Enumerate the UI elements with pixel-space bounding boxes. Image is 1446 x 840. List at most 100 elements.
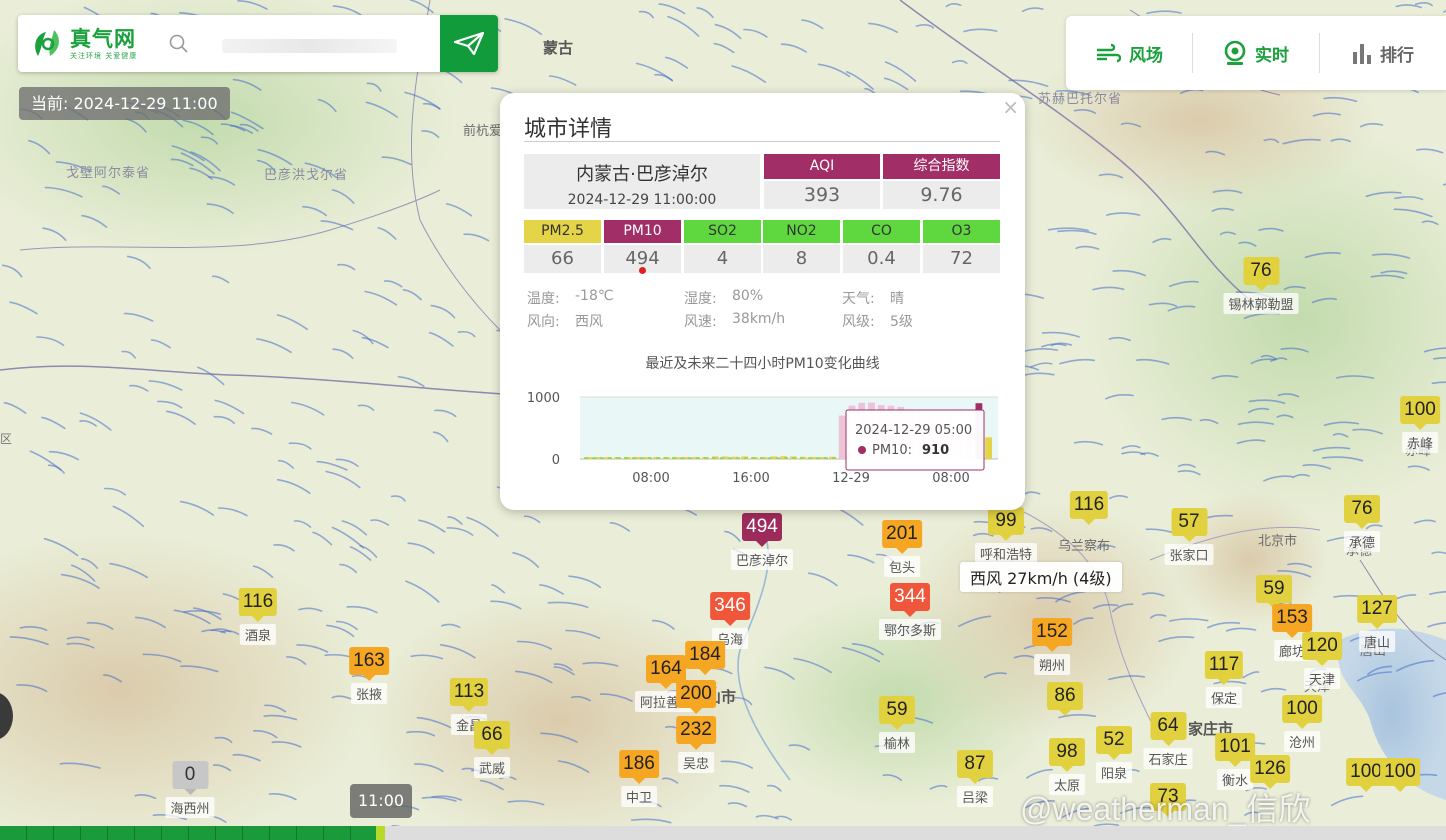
aqi-marker[interactable]: 52 阳泉 xyxy=(1095,726,1133,783)
aqi-marker[interactable]: 232 吴忠 xyxy=(676,716,716,773)
site-logo[interactable]: 真气网 关注环境 关爱健康 xyxy=(18,26,163,62)
aqi-marker[interactable]: 64 石家庄 xyxy=(1143,712,1193,769)
aqi-marker[interactable]: 201 包头 xyxy=(882,520,922,577)
top-nav: 风场 实时 排行 xyxy=(1066,16,1446,90)
aqi-marker[interactable]: 59 xyxy=(1256,575,1292,603)
pollutant-name[interactable]: O3 xyxy=(923,220,1000,243)
aqi-marker[interactable]: 101 衡水 xyxy=(1215,733,1255,790)
timeline-time-badge: 11:00 xyxy=(350,784,412,818)
send-icon xyxy=(454,31,484,55)
aqi-marker-city: 榆林 xyxy=(878,732,916,753)
aqi-marker[interactable]: 126 xyxy=(1250,755,1290,783)
search-button[interactable] xyxy=(440,15,498,72)
aqi-marker-value: 186 xyxy=(619,750,659,778)
pm10-primary-dot xyxy=(639,267,646,274)
close-icon[interactable]: × xyxy=(1002,95,1019,119)
aqi-marker-value: 64 xyxy=(1149,712,1186,740)
aqi-marker-city: 海西州 xyxy=(165,797,215,818)
aqi-marker[interactable]: 163 张掖 xyxy=(349,647,389,704)
aqi-marker[interactable]: 100 赤峰 xyxy=(1400,396,1440,453)
aqi-marker-city: 朔州 xyxy=(1033,654,1071,675)
aqi-marker[interactable]: 184 xyxy=(685,641,725,669)
current-time-badge: 当前: 2024-12-29 11:00 xyxy=(19,87,230,120)
city-detail-popup: × 城市详情 内蒙古·巴彦淖尔 2024-12-29 11:00:00 AQI … xyxy=(500,93,1025,510)
place-label: 前杭爱 xyxy=(463,124,503,139)
aqi-marker[interactable]: 76 承德 xyxy=(1343,495,1381,552)
aqi-marker[interactable]: 66 武威 xyxy=(473,721,511,778)
aqi-marker-city: 沧州 xyxy=(1283,731,1321,752)
aqi-marker[interactable]: 59 榆林 xyxy=(878,696,916,753)
aqi-marker-value: 66 xyxy=(473,721,510,749)
aqi-label: AQI xyxy=(764,154,880,179)
humidity-value: 80% xyxy=(732,288,764,304)
aqi-marker-value: 152 xyxy=(1032,618,1072,646)
aqi-marker-value: 101 xyxy=(1215,733,1255,761)
wind-speed-label: 风速: xyxy=(684,314,717,330)
timeline-progress xyxy=(0,826,385,840)
timeline-bar[interactable] xyxy=(0,826,1446,840)
aqi-marker[interactable]: 86 xyxy=(1047,682,1083,710)
aqi-marker-value: 117 xyxy=(1204,651,1244,679)
aqi-marker[interactable]: 0 海西州 xyxy=(165,761,215,818)
chart-bar[interactable] xyxy=(838,415,846,459)
pollutant-name[interactable]: NO2 xyxy=(763,220,840,243)
aqi-marker[interactable]: 116 xyxy=(1069,491,1109,519)
aqi-marker[interactable]: 117 保定 xyxy=(1204,651,1244,708)
place-label: 戈壁阿尔泰省 xyxy=(66,166,151,181)
aqi-marker[interactable]: 57 张家口 xyxy=(1164,508,1214,565)
tooltip-series: PM10: xyxy=(872,443,912,458)
aqi-marker[interactable]: 127 唐山 xyxy=(1357,595,1397,652)
tooltip-value: 910 xyxy=(922,443,949,458)
humidity-label: 湿度: xyxy=(684,291,717,307)
aqi-marker-value: 86 xyxy=(1047,682,1083,710)
wind-dir-label: 风向: xyxy=(527,314,560,330)
aqi-marker[interactable]: 99 呼和浩特 xyxy=(974,507,1038,564)
aqi-marker[interactable]: 76 锡林郭勒盟 xyxy=(1223,257,1299,314)
watermark: @weatherman_信欣 xyxy=(1020,791,1311,827)
tooltip-series-dot xyxy=(858,446,866,454)
aqi-marker-city: 张掖 xyxy=(350,683,388,704)
aqi-marker[interactable]: 152 朔州 xyxy=(1032,618,1072,675)
aqi-marker[interactable]: 120 天津 xyxy=(1302,632,1342,689)
ranking-icon xyxy=(1353,44,1371,64)
aqi-marker[interactable]: 100 沧州 xyxy=(1282,695,1322,752)
aqi-marker-value: 163 xyxy=(349,647,389,675)
pollutant-name[interactable]: CO xyxy=(843,220,920,243)
timeline-handle[interactable] xyxy=(376,826,385,840)
nav-ranking[interactable]: 排行 xyxy=(1320,33,1446,73)
city-name: 内蒙古·巴彦淖尔 xyxy=(576,164,708,185)
aqi-marker[interactable]: 87 吕梁 xyxy=(956,750,994,807)
aqi-marker[interactable]: 186 中卫 xyxy=(619,750,659,807)
pollutant-name[interactable]: SO2 xyxy=(684,220,761,243)
aqi-marker-value: 232 xyxy=(676,716,716,744)
pollutant-name[interactable]: PM2.5 xyxy=(524,220,601,243)
leaf-logo-icon xyxy=(30,26,66,62)
place-label: 苏赫巴托尔省 xyxy=(1038,92,1123,107)
aqi-marker-city: 唐山 xyxy=(1358,631,1396,652)
place-label: 北京市 xyxy=(1258,534,1298,549)
aqi-marker[interactable]: 116 酒泉 xyxy=(238,588,278,645)
aqi-marker-value: 346 xyxy=(710,592,750,620)
y-tick-label: 0 xyxy=(552,453,560,468)
nav-realtime[interactable]: 实时 xyxy=(1193,33,1320,73)
pollutant-name[interactable]: PM10 xyxy=(604,220,681,243)
x-tick-label: 12-29 xyxy=(832,471,870,486)
aqi-marker-value: 98 xyxy=(1048,738,1085,766)
place-label: 乌兰察布 xyxy=(1058,539,1111,554)
aqi-marker-city: 吕梁 xyxy=(956,786,994,807)
aqi-marker-city: 阳泉 xyxy=(1095,762,1133,783)
city-time: 2024-12-29 11:00:00 xyxy=(567,192,717,208)
aqi-marker[interactable]: 100 xyxy=(1380,758,1420,786)
aqi-marker[interactable]: 200 xyxy=(676,680,716,708)
x-tick-label: 08:00 xyxy=(932,471,969,486)
aqi-marker-value: 494 xyxy=(742,513,782,541)
place-label-left-cut: 区 xyxy=(0,432,13,446)
aqi-marker-value: 116 xyxy=(238,588,278,616)
aqi-marker-value: 127 xyxy=(1357,595,1397,623)
nav-wind[interactable]: 风场 xyxy=(1066,33,1193,73)
aqi-marker-city: 张家口 xyxy=(1164,544,1214,565)
aqi-marker[interactable]: 344 鄂尔多斯 xyxy=(878,583,942,640)
tooltip-time: 2024-12-29 05:00 xyxy=(855,423,972,438)
chart-bar[interactable] xyxy=(985,437,992,459)
aqi-marker[interactable]: 494 巴彦淖尔 xyxy=(730,513,794,570)
